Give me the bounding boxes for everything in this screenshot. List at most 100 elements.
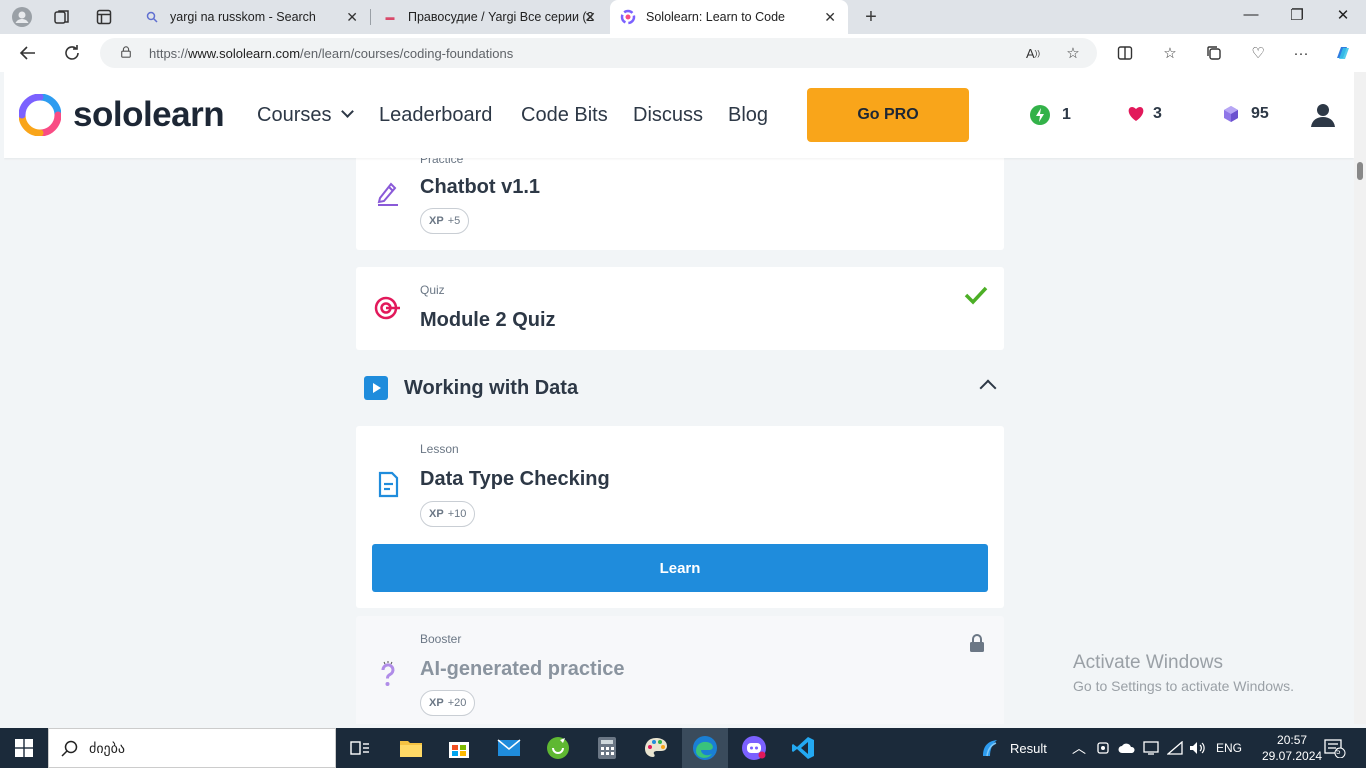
browser-essentials-icon[interactable]: ♡	[1248, 43, 1268, 63]
close-window-icon[interactable]: ✕	[1333, 6, 1353, 24]
address-bar-row: https://www.sololearn.com/en/learn/cours…	[0, 34, 1366, 72]
quiz-card[interactable]: Quiz Module 2 Quiz	[356, 267, 1004, 350]
taskbar-clock[interactable]: 20:57 29.07.2024	[1262, 732, 1322, 764]
discord-icon[interactable]	[739, 733, 769, 763]
target-quiz-icon	[374, 296, 400, 320]
xbox-app-icon[interactable]	[543, 733, 573, 763]
microsoft-store-icon[interactable]	[444, 733, 474, 763]
browser-tab-sololearn[interactable]: Sololearn: Learn to Code ✕	[610, 0, 848, 34]
calculator-icon[interactable]	[592, 733, 622, 763]
module-header[interactable]: Working with Data	[356, 370, 1004, 406]
go-pro-button[interactable]: Go PRO	[807, 88, 969, 142]
volume-icon[interactable]	[1189, 728, 1205, 768]
refresh-icon[interactable]	[61, 42, 83, 64]
file-explorer-icon[interactable]	[396, 733, 426, 763]
xp-badge: XP +5	[420, 208, 470, 234]
scrollbar-thumb[interactable]	[1357, 162, 1363, 180]
weather-widget[interactable]: Result	[980, 728, 1047, 768]
checkmark-icon	[964, 286, 988, 305]
nav-blog[interactable]: Blog	[728, 104, 768, 127]
heart-icon	[1128, 107, 1144, 121]
nav-discuss[interactable]: Discuss	[633, 104, 703, 127]
nav-code-bits[interactable]: Code Bits	[521, 104, 608, 127]
display-icon[interactable]	[1143, 728, 1159, 768]
activate-windows-watermark: Activate Windows Go to Settings to activ…	[1073, 652, 1294, 694]
close-tab-icon[interactable]: ✕	[824, 9, 836, 26]
browser-tab-search[interactable]: yargi na russkom - Search ✕	[134, 0, 370, 34]
nav-courses-label: Courses	[257, 104, 332, 126]
bits-cube-icon	[1224, 106, 1238, 122]
restore-icon[interactable]: ❐	[1287, 6, 1307, 24]
card-title: Module 2 Quiz	[420, 309, 556, 331]
site-header: sololearn Courses Leaderboard Code Bits …	[4, 72, 1354, 158]
lock-icon	[970, 634, 984, 652]
clock-time: 20:57	[1277, 733, 1308, 747]
card-title: AI-generated practice	[420, 658, 625, 680]
notification-count: 5	[1336, 747, 1341, 756]
paint-icon[interactable]	[641, 733, 671, 763]
search-icon	[144, 9, 160, 25]
language-indicator[interactable]: ENG	[1216, 728, 1242, 768]
tab-actions-icon[interactable]	[93, 6, 115, 28]
sololearn-logo-icon	[19, 94, 61, 136]
read-aloud-icon[interactable]: A))	[1023, 43, 1043, 63]
chevron-down-icon	[341, 105, 355, 118]
notification-center-icon[interactable]: 5	[1324, 728, 1346, 768]
booster-card[interactable]: Booster AI-generated practice XP +20	[356, 616, 1004, 724]
watermark-title: Activate Windows	[1073, 652, 1223, 673]
favorite-star-icon[interactable]: ☆	[1063, 43, 1083, 63]
document-lesson-icon	[378, 471, 399, 498]
tab-title: Правосудие / Yargi Все серии (2	[408, 10, 593, 24]
sololearn-logo[interactable]: sololearn	[19, 94, 225, 136]
show-hidden-icons-chevron-up-icon[interactable]: ︿	[1072, 728, 1086, 768]
split-screen-icon[interactable]	[1115, 43, 1135, 63]
back-icon[interactable]	[17, 42, 39, 64]
minimize-icon[interactable]: —	[1241, 6, 1261, 23]
user-avatar-icon[interactable]	[1310, 102, 1336, 128]
streak-value: 1	[1062, 106, 1071, 123]
copilot-icon[interactable]	[1333, 43, 1353, 63]
edge-browser-icon[interactable]	[682, 728, 728, 768]
card-type-label: Booster	[420, 632, 462, 646]
webcam-icon[interactable]	[1096, 728, 1110, 768]
lesson-card[interactable]: Lesson Data Type Checking XP +10 Learn	[356, 426, 1004, 608]
url-field[interactable]: https://www.sololearn.com/en/learn/cours…	[100, 38, 1097, 68]
onedrive-cloud-icon[interactable]	[1118, 728, 1136, 768]
close-tab-icon[interactable]: ✕	[346, 9, 358, 26]
workspaces-icon[interactable]	[51, 6, 73, 28]
chevron-up-icon[interactable]	[979, 379, 997, 397]
windows-start-icon[interactable]	[0, 728, 48, 768]
task-view-icon[interactable]	[345, 733, 375, 763]
lock-icon[interactable]	[120, 46, 132, 58]
xp-badge: XP +10	[420, 501, 476, 527]
card-title: Chatbot v1.1	[420, 176, 541, 198]
hearts-counter[interactable]: 3	[1127, 105, 1162, 123]
profile-icon[interactable]	[11, 6, 33, 28]
more-menu-icon[interactable]: ···	[1291, 43, 1311, 63]
card-title: Data Type Checking	[420, 468, 610, 490]
vscode-icon[interactable]	[788, 733, 818, 763]
clock-date: 29.07.2024	[1262, 749, 1323, 763]
bits-counter[interactable]: 95	[1223, 105, 1269, 123]
favorites-icon[interactable]: ☆	[1160, 43, 1180, 63]
page-scrollbar[interactable]	[1354, 72, 1366, 724]
collections-icon[interactable]	[1204, 43, 1224, 63]
module-title: Working with Data	[404, 377, 579, 399]
mail-icon[interactable]	[494, 733, 524, 763]
learn-button[interactable]: Learn	[372, 544, 988, 592]
close-tab-icon[interactable]: ✕	[584, 9, 596, 26]
nav-leaderboard[interactable]: Leaderboard	[379, 104, 492, 127]
new-tab-icon[interactable]: +	[860, 6, 882, 28]
windows-taskbar: ძიება Result ︿ ENG 20:57 29.07.2024 5	[0, 728, 1366, 768]
browser-tab-yargi[interactable]: ▬ Правосудие / Yargi Все серии (2 ✕	[372, 0, 608, 34]
tab-divider	[370, 9, 371, 25]
network-icon[interactable]	[1167, 728, 1183, 768]
sololearn-favicon-icon	[620, 9, 636, 25]
streak-counter[interactable]: 1	[1030, 105, 1071, 125]
card-type-label: Lesson	[420, 442, 459, 456]
nav-courses[interactable]: Courses	[257, 104, 355, 127]
taskbar-search-field[interactable]: ძიება	[48, 728, 336, 768]
question-booster-icon	[381, 661, 395, 686]
xp-badge: XP +20	[420, 690, 476, 716]
site-favicon-icon: ▬	[385, 12, 395, 22]
